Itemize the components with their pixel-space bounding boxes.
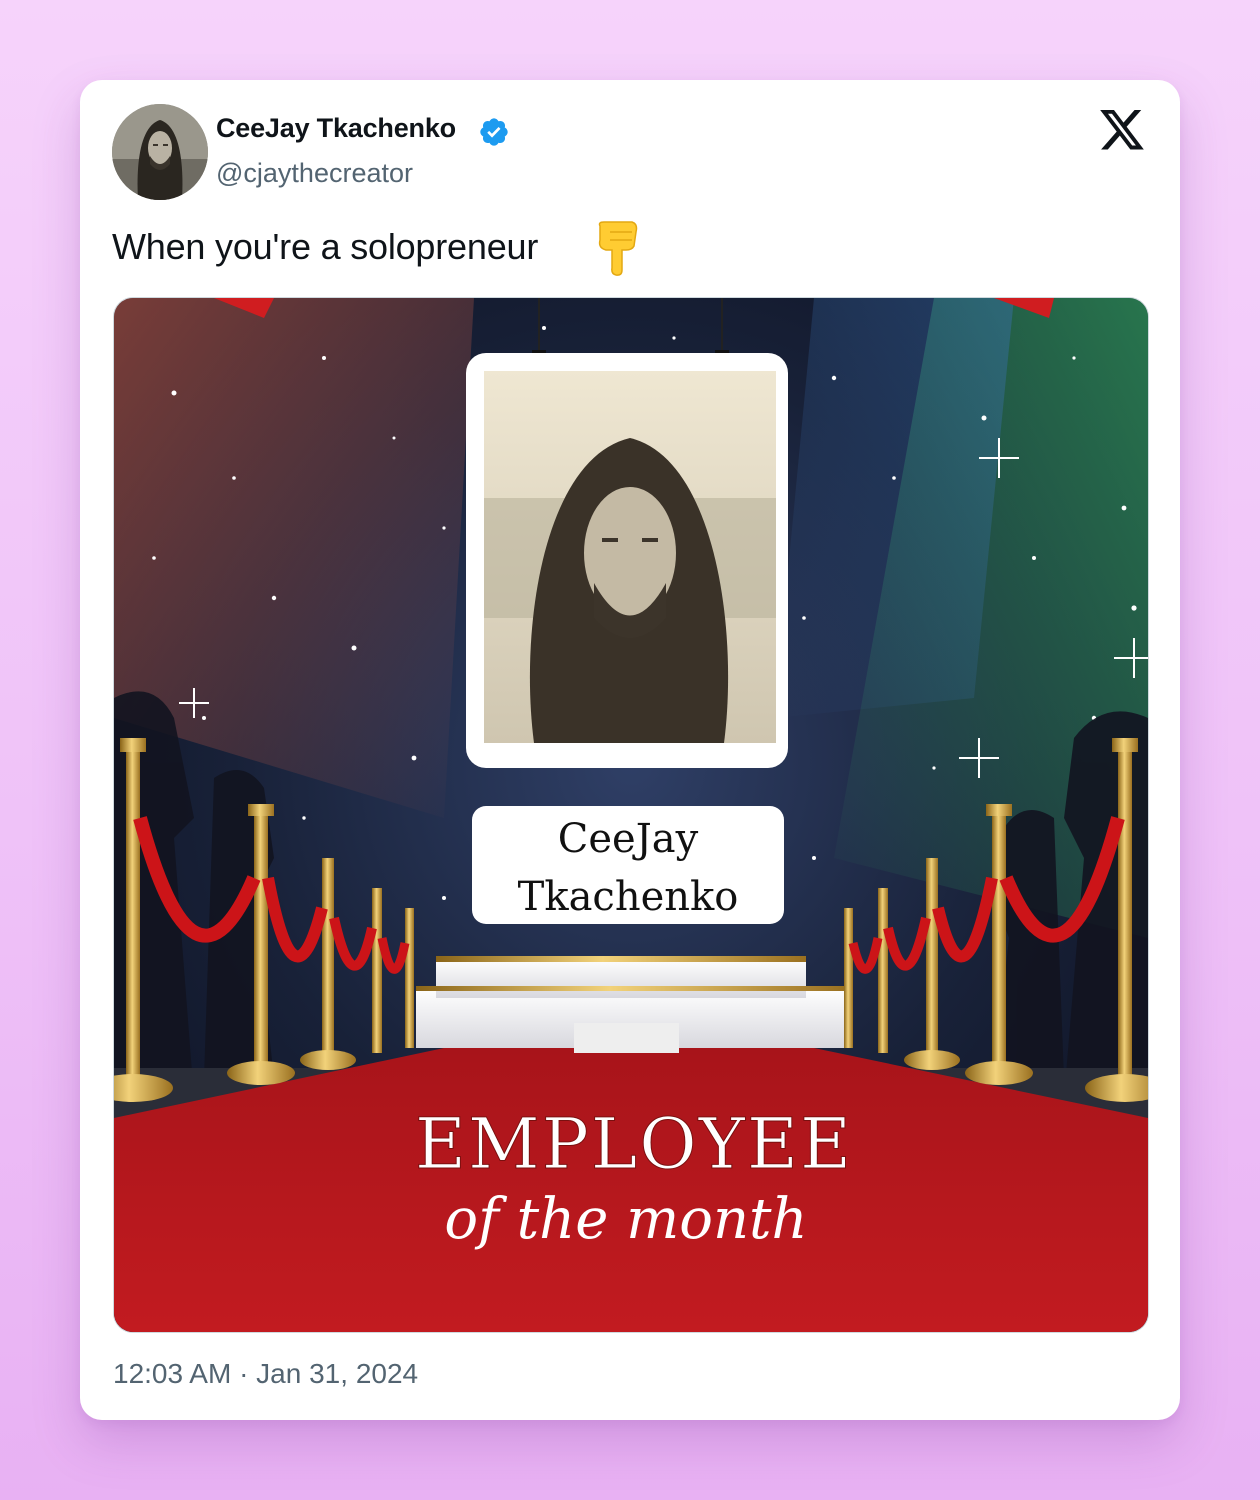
- pointing-down-icon: [598, 221, 638, 276]
- x-logo-icon[interactable]: [1100, 110, 1144, 150]
- tweet-timestamp[interactable]: 12:03 AM · Jan 31, 2024: [113, 1358, 418, 1390]
- author-avatar[interactable]: [112, 104, 208, 200]
- verified-badge-icon: [480, 118, 508, 146]
- name-plate-line1: CeeJay: [558, 816, 699, 862]
- name-plate-line2: Tkachenko: [518, 874, 739, 920]
- author-handle[interactable]: @cjaythecreator: [216, 158, 413, 189]
- avatar-photo: [112, 104, 208, 200]
- blue-spotlight-beam: [774, 298, 1014, 718]
- tweet-text: When you're a solopreneur: [112, 226, 539, 267]
- employee-of-the-month-graphic: CeeJay Tkachenko EMPLOYEE of the month: [114, 298, 1148, 1332]
- image-title-line2: of the month: [444, 1187, 807, 1252]
- image-title-line1: EMPLOYEE: [415, 1103, 853, 1185]
- tweet-image[interactable]: CeeJay Tkachenko EMPLOYEE of the month: [113, 297, 1149, 1333]
- author-name[interactable]: CeeJay Tkachenko: [216, 113, 456, 144]
- tweet-card: CeeJay Tkachenko @cjaythecreator When yo…: [80, 80, 1180, 1420]
